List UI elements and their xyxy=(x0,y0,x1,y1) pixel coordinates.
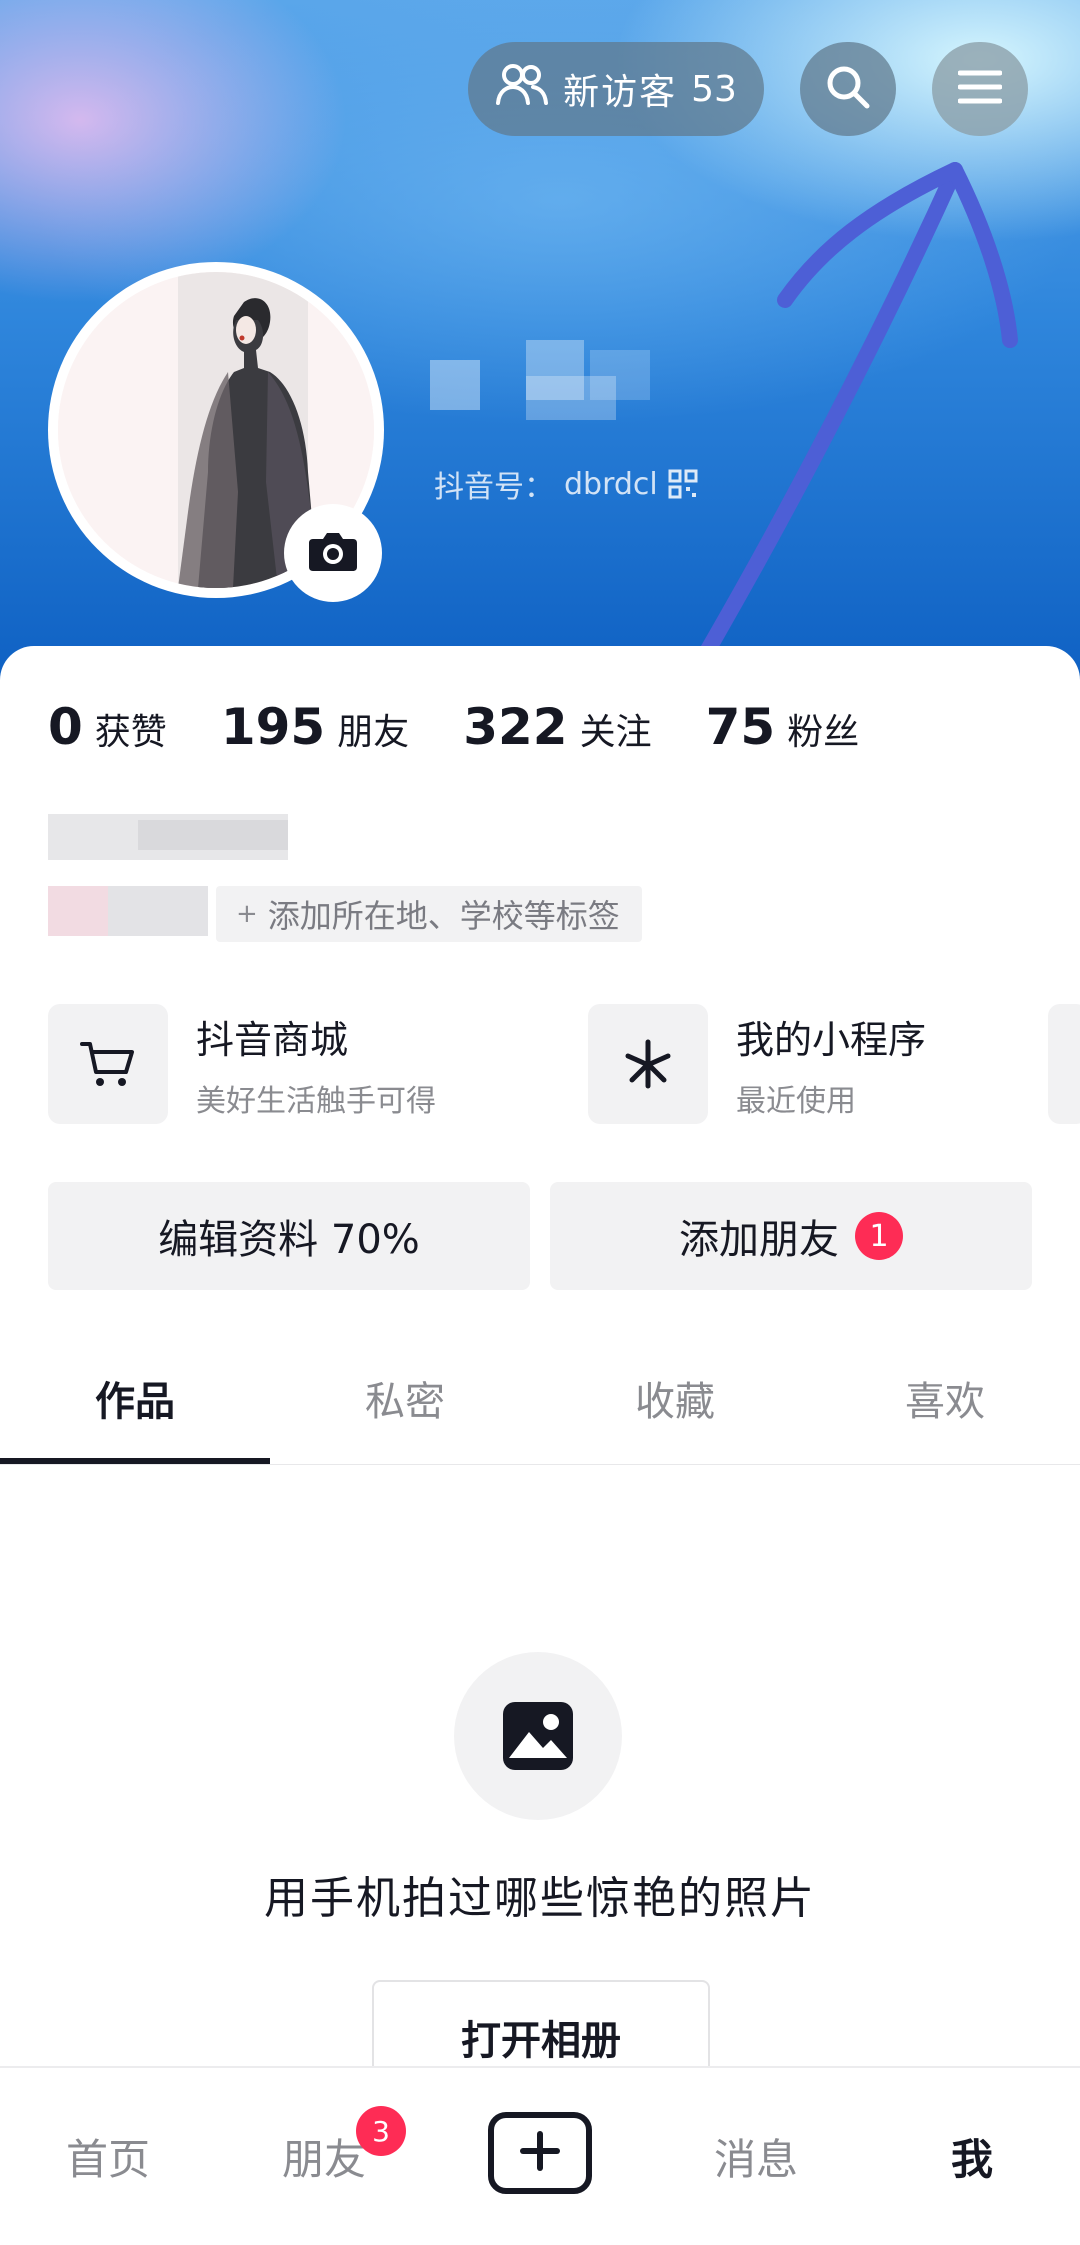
hamburger-menu-icon xyxy=(957,69,1003,109)
notification-badge: 1 xyxy=(855,1212,903,1260)
douyin-mall-entry[interactable]: 抖音商城 美好生活触手可得 xyxy=(48,1004,436,1124)
more-service-entry[interactable] xyxy=(1048,1004,1080,1124)
visitors-count: 53 xyxy=(691,68,737,110)
douyin-id[interactable]: 抖音号： dbrdcl xyxy=(434,462,698,506)
menu-button[interactable] xyxy=(932,42,1028,136)
visitors-label: 新访客 xyxy=(563,72,678,113)
notification-badge: 3 xyxy=(356,2106,406,2156)
tab-label: 作品 xyxy=(95,1379,175,1425)
douyin-id-value: dbrdcl xyxy=(564,466,658,502)
tab-favorites[interactable]: 收藏 xyxy=(540,1332,810,1464)
mini-program-icon xyxy=(588,1004,708,1124)
nickname-blurred xyxy=(430,330,660,430)
change-avatar-button[interactable] xyxy=(284,504,382,602)
stat-label: 获赞 xyxy=(94,712,167,753)
tab-private[interactable]: 私密 xyxy=(270,1332,540,1464)
tab-label: 喜欢 xyxy=(905,1379,985,1425)
profile-content-card: 0 获赞 195 朋友 322 关注 75 粉丝 + 添加所在地、学校等标签 抖… xyxy=(0,646,1080,2094)
empty-state-message: 用手机拍过哪些惊艳的照片 xyxy=(264,1873,816,1924)
stat-label: 关注 xyxy=(579,712,652,753)
stat-value: 322 xyxy=(463,698,568,756)
add-friends-label: 添加朋友 xyxy=(679,1217,839,1263)
tab-works[interactable]: 作品 xyxy=(0,1332,270,1464)
edit-profile-label: 编辑资料 70% xyxy=(158,1217,420,1263)
active-tab-indicator xyxy=(0,1458,270,1464)
content-tabs: 作品 私密 收藏 喜欢 xyxy=(0,1332,1080,1465)
nav-friends[interactable]: 朋友 3 xyxy=(216,2068,432,2245)
stat-followers[interactable]: 75 粉丝 xyxy=(706,698,860,756)
mall-subtitle: 美好生活触手可得 xyxy=(196,1083,436,1119)
stat-value: 75 xyxy=(705,698,776,756)
search-button[interactable] xyxy=(800,42,896,136)
profile-actions: 编辑资料 70% 添加朋友 1 xyxy=(48,1182,1032,1290)
nav-label: 消息 xyxy=(713,2135,798,2184)
add-tags-chip[interactable]: + 添加所在地、学校等标签 xyxy=(216,886,642,942)
edit-profile-button[interactable]: 编辑资料 70% xyxy=(48,1182,530,1290)
plus-icon xyxy=(519,2130,561,2176)
plus-icon: + xyxy=(236,899,258,929)
stat-label: 朋友 xyxy=(337,712,410,753)
qr-code-icon[interactable] xyxy=(668,469,698,499)
new-visitors-button[interactable]: 新访客 53 xyxy=(468,42,764,136)
add-tags-label: 添加所在地、学校等标签 xyxy=(267,897,620,935)
bottom-navigation: 首页 朋友 3 消息 我 xyxy=(0,2066,1080,2245)
visitors-icon xyxy=(495,63,549,116)
service-entries: 抖音商城 美好生活触手可得 我的小程序 最近使用 xyxy=(48,1004,1080,1126)
douyin-id-label: 抖音号： xyxy=(434,470,554,505)
image-icon xyxy=(454,1652,622,1820)
mini-program-title: 我的小程序 xyxy=(736,1017,927,1062)
nav-label: 我 xyxy=(950,2135,993,2184)
tab-label: 私密 xyxy=(365,1379,445,1425)
nav-me[interactable]: 我 xyxy=(864,2068,1080,2245)
tab-likes[interactable]: 喜欢 xyxy=(810,1332,1080,1464)
stat-following[interactable]: 322 关注 xyxy=(463,698,651,756)
open-album-label: 打开相册 xyxy=(461,2018,621,2064)
camera-icon xyxy=(307,529,359,577)
stat-likes[interactable]: 0 获赞 xyxy=(48,698,167,756)
stat-label: 粉丝 xyxy=(787,712,860,753)
stat-friends[interactable]: 195 朋友 xyxy=(221,698,409,756)
nav-label: 首页 xyxy=(65,2135,150,2184)
mini-program-subtitle: 最近使用 xyxy=(736,1083,856,1119)
add-friends-button[interactable]: 添加朋友 1 xyxy=(550,1182,1032,1290)
cart-icon xyxy=(48,1004,168,1124)
stat-value: 0 xyxy=(48,698,83,756)
nav-home[interactable]: 首页 xyxy=(0,2068,216,2245)
tab-label: 收藏 xyxy=(635,1379,715,1425)
create-button[interactable] xyxy=(488,2112,592,2194)
nav-label: 朋友 xyxy=(281,2135,366,2184)
nav-messages[interactable]: 消息 xyxy=(648,2068,864,2245)
search-icon xyxy=(824,63,872,115)
mall-title: 抖音商城 xyxy=(196,1017,349,1062)
profile-stats: 0 获赞 195 朋友 322 关注 75 粉丝 xyxy=(48,698,913,756)
stat-value: 195 xyxy=(220,698,326,756)
mini-program-entry[interactable]: 我的小程序 最近使用 xyxy=(588,1004,926,1124)
